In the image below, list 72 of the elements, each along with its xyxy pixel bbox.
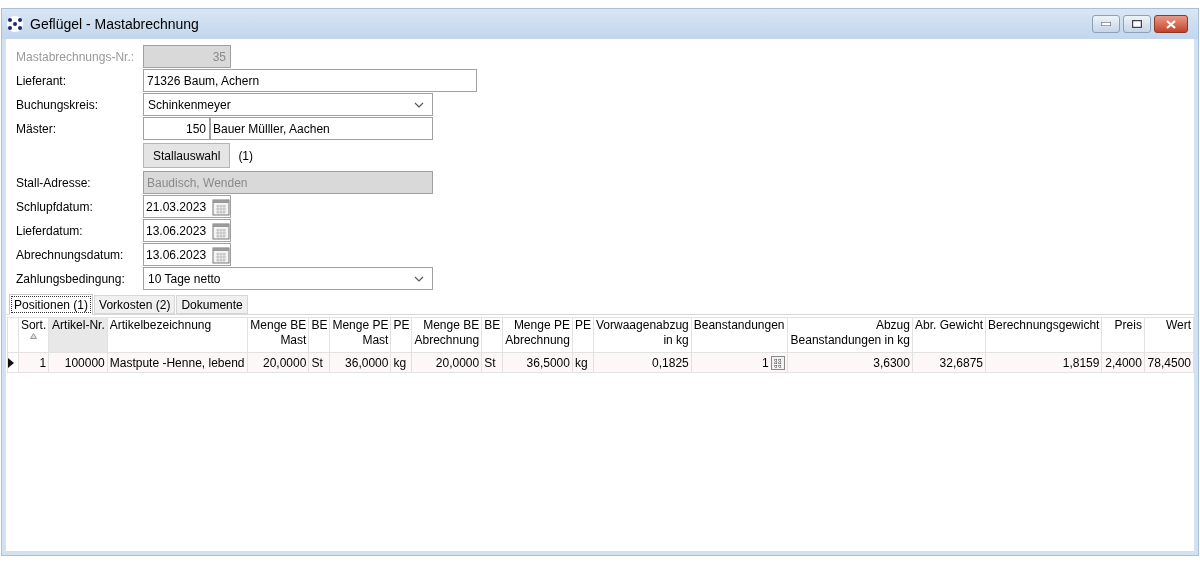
table-cell: 20,0000 xyxy=(263,355,307,370)
column-header[interactable]: Artikelbezeichnung xyxy=(107,317,248,353)
minimize-icon xyxy=(1101,22,1111,26)
close-button[interactable] xyxy=(1154,15,1188,33)
tab[interactable]: Dokumente xyxy=(176,295,248,314)
table-cell: 3,6300 xyxy=(873,355,910,370)
column-header[interactable]: PE xyxy=(390,317,412,353)
date-field[interactable]: 13.06.2023 xyxy=(143,243,231,266)
field-label: Lieferant: xyxy=(16,72,68,90)
column-header[interactable]: Beanstandungen xyxy=(691,317,788,353)
field-label: Schlupfdatum: xyxy=(16,198,94,216)
text-field[interactable]: 71326 Baum, Achern xyxy=(143,69,477,92)
app-icon xyxy=(6,15,24,33)
column-header[interactable]: Wert xyxy=(1144,317,1194,353)
tab[interactable]: Positionen (1) xyxy=(9,294,94,315)
count-label: (1) xyxy=(238,147,254,165)
stallauswahl-button[interactable]: Stallauswahl xyxy=(143,143,231,168)
table-cell: 36,5000 xyxy=(526,355,570,370)
column-header[interactable]: Vorwaagenabzug in kg xyxy=(593,317,692,353)
table-cell: 1,8159 xyxy=(1062,355,1100,370)
sort-ascending-icon xyxy=(29,333,37,339)
window-title: Geflügel - Mastabrechnung xyxy=(30,14,199,34)
column-header[interactable]: BE xyxy=(481,317,503,353)
table-cell: 1 xyxy=(39,355,47,370)
text-field[interactable]: Bauer Mülller, Aachen xyxy=(210,117,433,140)
column-header[interactable]: Menge BE Mast xyxy=(247,317,309,353)
field-label: Abrechnungsdatum: xyxy=(16,246,125,264)
column-header[interactable]: Menge PE Mast xyxy=(329,317,391,353)
table-cell-text: 1 xyxy=(761,354,769,372)
field-label: Mäster: xyxy=(16,120,57,138)
column-header[interactable]: Preis xyxy=(1101,317,1145,353)
column-header[interactable]: Menge BE Abrechnung xyxy=(411,317,482,353)
column-header[interactable]: Abr. Gewicht xyxy=(912,317,986,353)
table-cell: 36,0000 xyxy=(345,355,389,370)
column-header[interactable]: Abzug Beanstandungen in kg xyxy=(787,317,913,353)
field-label: Mastabrechnungs-Nr.: xyxy=(16,48,136,66)
dropdown-caret-icon xyxy=(414,275,424,282)
dropdown-caret-icon xyxy=(414,101,424,108)
maximize-button[interactable] xyxy=(1123,15,1151,33)
number-field[interactable]: 150 xyxy=(143,117,210,140)
table-cell: 32,6875 xyxy=(939,355,983,370)
field-label: Stall-Adresse: xyxy=(16,174,92,192)
maximize-icon xyxy=(1132,20,1142,28)
table-cell: Mastpute -Henne, lebend xyxy=(109,355,245,370)
calendar-icon xyxy=(212,245,230,264)
date-field[interactable]: 13.06.2023 xyxy=(143,219,231,242)
column-header[interactable]: PE xyxy=(572,317,594,353)
table-cell: 20,0000 xyxy=(435,355,480,370)
field-label: Lieferdatum: xyxy=(16,222,84,240)
table-cell: kg xyxy=(393,355,407,370)
field-label: Buchungskreis: xyxy=(16,96,100,114)
table-cell: St xyxy=(311,355,323,370)
list-icon[interactable] xyxy=(770,355,785,370)
column-header[interactable]: Menge PE Abrechnung xyxy=(502,317,573,353)
dropdown[interactable]: Schinkenmeyer xyxy=(143,93,433,116)
close-icon xyxy=(1166,19,1176,29)
column-header[interactable]: BE xyxy=(308,317,330,353)
column-header[interactable]: Sort. xyxy=(18,317,49,353)
column-header[interactable]: Artikel-Nr. xyxy=(48,317,108,353)
calendar-icon xyxy=(212,221,230,240)
column-header[interactable]: Berechnungsgewicht xyxy=(985,317,1102,353)
table-cell: kg xyxy=(574,355,588,370)
date-field[interactable]: 21.03.2023 xyxy=(143,195,231,218)
table-cell: 78,4500 xyxy=(1147,355,1191,370)
field-label: Zahlungsbedingung: xyxy=(16,270,126,288)
calendar-icon xyxy=(212,197,230,216)
dropdown[interactable]: 10 Tage netto xyxy=(143,267,433,290)
table-cell: St xyxy=(484,355,496,370)
table-cell: 100000 xyxy=(64,355,105,370)
tab[interactable]: Vorkosten (2) xyxy=(94,295,176,314)
table-cell: 0,1825 xyxy=(652,355,689,370)
table-cell: 2,4000 xyxy=(1105,355,1142,370)
